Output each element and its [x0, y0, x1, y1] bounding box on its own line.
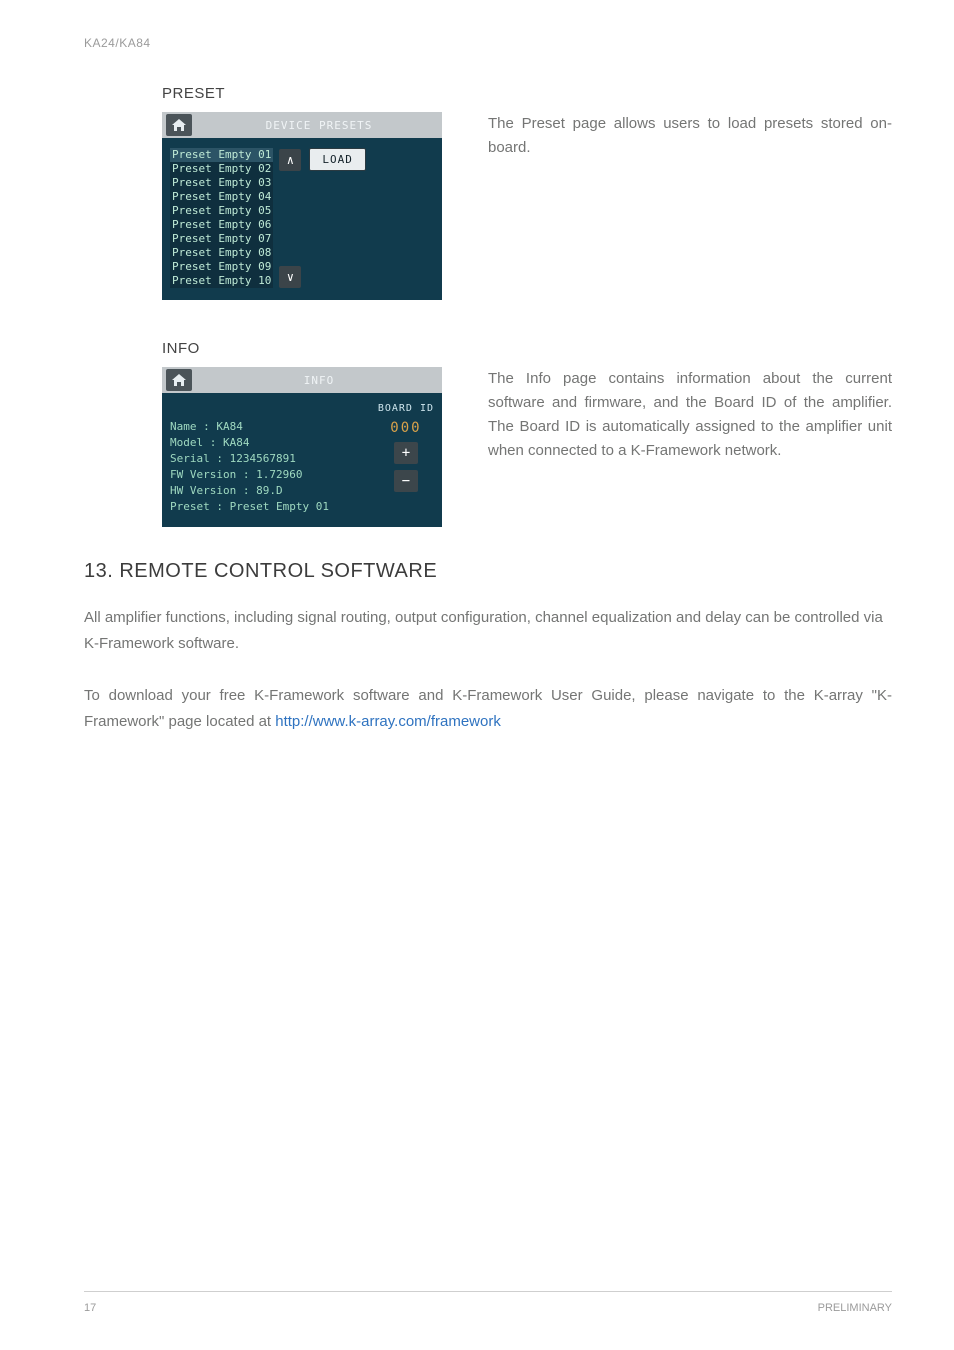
footer-status: PRELIMINARY — [818, 1302, 892, 1314]
load-button[interactable]: LOAD — [309, 148, 366, 171]
board-id-value: 000 — [390, 420, 421, 436]
page-number: 17 — [84, 1302, 96, 1314]
list-item[interactable]: Preset Empty 06 — [170, 218, 273, 232]
preset-panel-title: DEVICE PRESETS — [200, 119, 438, 132]
info-hw: HW Version : 89.D — [170, 483, 329, 499]
section-13-heading: 13. REMOTE CONTROL SOFTWARE — [84, 560, 892, 583]
info-model: Model : KA84 — [170, 435, 329, 451]
info-lines: Name : KA84 Model : KA84 Serial : 123456… — [170, 403, 329, 515]
info-serial: Serial : 1234567891 — [170, 451, 329, 467]
preset-description: The Preset page allows users to load pre… — [488, 112, 892, 160]
list-item[interactable]: Preset Empty 08 — [170, 246, 273, 260]
info-panel-titlebar: INFO — [162, 367, 442, 393]
doc-header-label: KA24/KA84 — [84, 36, 151, 50]
list-item[interactable]: Preset Empty 04 — [170, 190, 273, 204]
info-fw: FW Version : 1.72960 — [170, 467, 329, 483]
home-icon[interactable] — [166, 114, 192, 136]
board-id-label: BOARD ID — [378, 403, 434, 414]
info-heading: INFO — [162, 340, 892, 357]
board-id-dec-button[interactable]: − — [394, 470, 418, 492]
board-id-inc-button[interactable]: + — [394, 442, 418, 464]
info-description: The Info page contains information about… — [488, 367, 892, 463]
list-item[interactable]: Preset Empty 09 — [170, 260, 273, 274]
home-icon[interactable] — [166, 369, 192, 391]
chevron-up-icon: ∧ — [287, 153, 294, 167]
framework-link[interactable]: http://www.k-array.com/framework — [275, 713, 501, 730]
minus-icon: − — [402, 473, 410, 489]
plus-icon: + — [402, 445, 410, 461]
info-name: Name : KA84 — [170, 419, 329, 435]
info-panel-title: INFO — [200, 374, 438, 387]
page-footer: 17 PRELIMINARY — [84, 1291, 892, 1314]
list-item[interactable]: Preset Empty 07 — [170, 232, 273, 246]
list-item[interactable]: Preset Empty 03 — [170, 176, 273, 190]
preset-heading: PRESET — [162, 85, 892, 102]
section-13-p1: All amplifier functions, including signa… — [84, 605, 892, 657]
list-item[interactable]: Preset Empty 05 — [170, 204, 273, 218]
info-panel: INFO Name : KA84 Model : KA84 Serial : 1… — [162, 367, 442, 527]
chevron-down-icon: ∨ — [287, 270, 294, 284]
scroll-up-button[interactable]: ∧ — [279, 149, 301, 171]
list-item[interactable]: Preset Empty 10 — [170, 274, 273, 288]
list-item[interactable]: Preset Empty 02 — [170, 162, 273, 176]
preset-panel: DEVICE PRESETS Preset Empty 01 Preset Em… — [162, 112, 442, 300]
preset-panel-titlebar: DEVICE PRESETS — [162, 112, 442, 138]
section-13-p2: To download your free K-Framework softwa… — [84, 683, 892, 735]
preset-list[interactable]: Preset Empty 01 Preset Empty 02 Preset E… — [170, 148, 273, 288]
list-item[interactable]: Preset Empty 01 — [170, 148, 273, 162]
scroll-down-button[interactable]: ∨ — [279, 266, 301, 288]
info-preset: Preset : Preset Empty 01 — [170, 499, 329, 515]
